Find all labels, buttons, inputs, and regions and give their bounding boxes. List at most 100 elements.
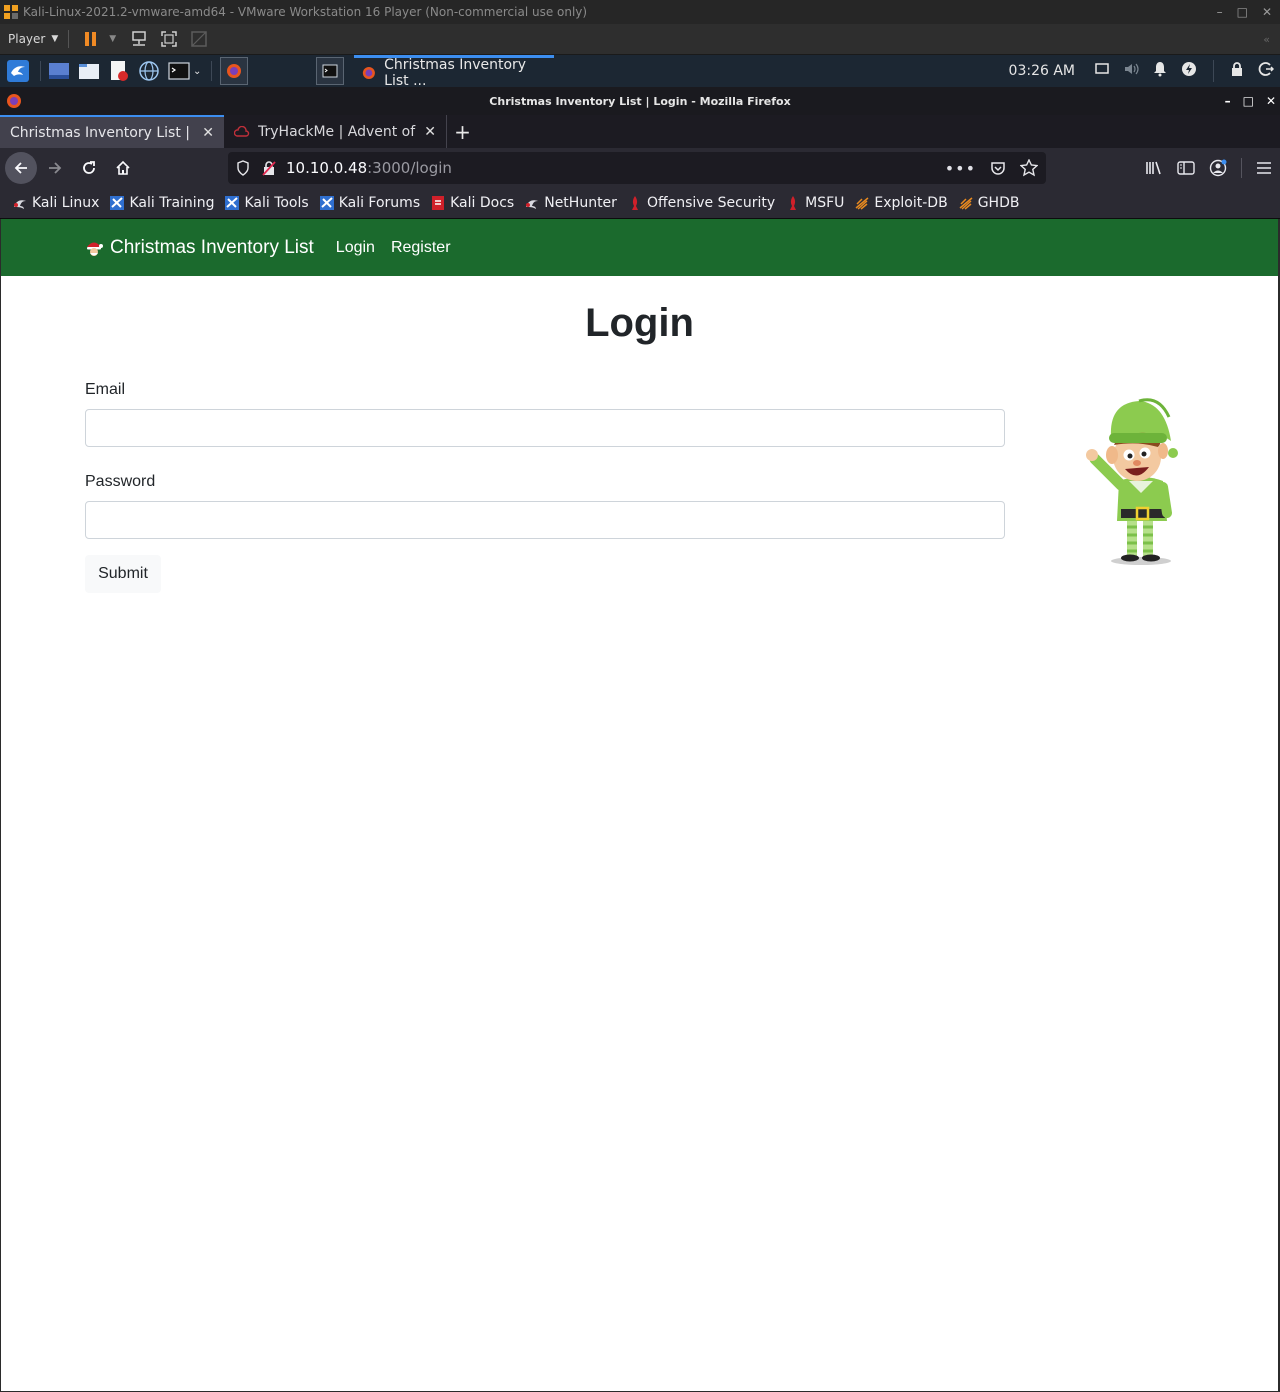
text-editor-icon — [111, 61, 128, 81]
globe-icon — [139, 61, 159, 81]
santa-icon — [87, 242, 103, 256]
web-browser-button[interactable] — [137, 59, 161, 83]
bookmark-label: Kali Forums — [338, 195, 421, 211]
file-manager-button[interactable] — [77, 59, 101, 83]
text-editor-button[interactable] — [107, 59, 131, 83]
panel-divider — [40, 61, 41, 81]
reload-button[interactable] — [73, 152, 105, 184]
chevron-down-icon: ▼ — [51, 34, 59, 44]
email-label: Email — [85, 381, 126, 398]
email-field[interactable] — [85, 409, 1005, 447]
bookmark-offensive-security[interactable]: Offensive Security — [627, 195, 775, 211]
clock[interactable]: 03:26 AM — [1009, 63, 1075, 79]
bookmark-msfu[interactable]: MSFU — [785, 195, 844, 211]
bookmark-label: Kali Training — [129, 195, 215, 211]
kali-dragon-icon — [7, 60, 29, 82]
collapse-toolbar-icon[interactable]: « — [1263, 33, 1270, 46]
hamburger-menu-icon[interactable] — [1256, 161, 1272, 175]
elf-illustration — [1086, 398, 1178, 565]
unity-button[interactable] — [188, 28, 210, 50]
login-form: Email Password Submit — [85, 381, 1005, 593]
send-ctrl-alt-del-button[interactable] — [128, 28, 150, 50]
fullscreen-button[interactable] — [158, 28, 180, 50]
close-tab-icon[interactable]: ✕ — [424, 124, 436, 140]
offsec-icon — [631, 196, 638, 210]
bookmark-kali-tools[interactable]: Kali Tools — [224, 195, 309, 211]
workspace-terminal-button[interactable] — [316, 57, 345, 85]
nav-register-link[interactable]: Register — [391, 239, 451, 257]
vmware-window-title: Kali-Linux-2021.2-vmware-amd64 - VMware … — [23, 5, 588, 19]
show-desktop-button[interactable] — [47, 59, 71, 83]
kali-forums-icon — [319, 196, 334, 210]
library-icon[interactable] — [1145, 160, 1163, 176]
close-icon[interactable]: ✕ — [1262, 5, 1272, 19]
site-brand-link[interactable]: Christmas Inventory List — [84, 237, 314, 259]
firefox-icon — [363, 66, 376, 79]
tab-tryhackme[interactable]: TryHackMe | Advent of C ✕ — [224, 115, 446, 148]
account-icon[interactable] — [1209, 159, 1227, 177]
unity-icon — [191, 31, 207, 47]
minimize-icon[interactable]: – — [1217, 5, 1223, 19]
chevron-down-icon[interactable]: ⌄ — [193, 66, 201, 77]
toolbar-divider — [68, 30, 70, 48]
logout-icon[interactable] — [1258, 61, 1275, 81]
bookmark-label: MSFU — [805, 195, 845, 211]
tab-label: Christmas Inventory List | Lo — [10, 124, 190, 141]
bookmarks-toolbar: Kali Linux Kali Training Kali Tools Kali… — [0, 188, 1280, 219]
shield-icon[interactable] — [236, 160, 250, 176]
player-menu[interactable]: Player ▼ — [8, 32, 58, 46]
maximize-icon[interactable]: □ — [1237, 5, 1248, 19]
kali-training-icon — [110, 196, 125, 210]
nav-login-link[interactable]: Login — [336, 239, 375, 257]
taskbar-window-label: Christmas Inventory List ... — [384, 56, 527, 89]
volume-icon[interactable] — [1123, 62, 1139, 80]
panel-divider — [211, 61, 213, 81]
power-manager-icon[interactable] — [1181, 61, 1197, 81]
password-field[interactable] — [85, 501, 1005, 539]
bookmark-kali-linux[interactable]: Kali Linux — [12, 195, 99, 211]
bookmark-kali-training[interactable]: Kali Training — [109, 195, 214, 211]
url-host: 10.10.0.48 — [286, 159, 368, 177]
submit-button[interactable]: Submit — [85, 555, 161, 593]
site-navbar: Christmas Inventory List Login Register — [1, 219, 1278, 276]
home-button[interactable] — [107, 152, 139, 184]
new-tab-button[interactable]: + — [446, 115, 478, 148]
taskbar-window-firefox[interactable]: Christmas Inventory List ... — [354, 55, 555, 89]
bookmark-label: Kali Docs — [450, 195, 515, 211]
bookmark-star-icon[interactable] — [1020, 159, 1038, 177]
kali-menu-button[interactable] — [6, 59, 30, 83]
fullscreen-icon — [161, 31, 177, 47]
url-bar[interactable]: 10.10.0.48:3000/login ••• — [228, 152, 1046, 184]
notification-bell-icon[interactable] — [1153, 61, 1167, 81]
insecure-lock-icon[interactable] — [262, 160, 276, 176]
display-icon[interactable] — [1095, 63, 1109, 79]
kali-dragon-icon — [14, 200, 26, 209]
bookmark-nethunter[interactable]: NetHunter — [524, 195, 617, 211]
arrow-left-icon — [14, 162, 27, 174]
bookmark-kali-docs[interactable]: Kali Docs — [430, 195, 514, 211]
workspace-firefox-button[interactable] — [220, 57, 249, 85]
forward-button[interactable] — [39, 152, 71, 184]
desktop-icon — [49, 63, 69, 79]
pause-dropdown-icon[interactable]: ▼ — [109, 34, 116, 44]
bookmark-ghdb[interactable]: GHDB — [958, 195, 1019, 211]
panel-divider — [1213, 60, 1214, 82]
bookmark-exploit-db[interactable]: Exploit-DB — [854, 195, 948, 211]
close-tab-icon[interactable]: ✕ — [202, 125, 214, 141]
close-icon[interactable]: ✕ — [1266, 94, 1276, 108]
reload-icon — [83, 161, 95, 174]
lock-icon[interactable] — [1230, 61, 1244, 81]
pocket-icon[interactable] — [990, 160, 1006, 176]
sidebar-icon[interactable] — [1177, 160, 1195, 176]
page-actions-icon[interactable]: ••• — [945, 159, 976, 178]
page-title: Login — [585, 301, 694, 345]
back-button[interactable] — [5, 152, 37, 184]
bookmark-kali-forums[interactable]: Kali Forums — [319, 195, 420, 211]
minimize-icon[interactable]: – — [1225, 94, 1231, 108]
url-path: :3000/login — [367, 159, 452, 177]
terminal-button[interactable] — [167, 59, 191, 83]
pause-button[interactable] — [79, 28, 101, 50]
maximize-icon[interactable]: □ — [1243, 94, 1254, 108]
tab-christmas-inventory[interactable]: Christmas Inventory List | Lo ✕ — [0, 115, 224, 148]
tab-strip: Christmas Inventory List | Lo ✕ TryHackM… — [0, 115, 1280, 148]
